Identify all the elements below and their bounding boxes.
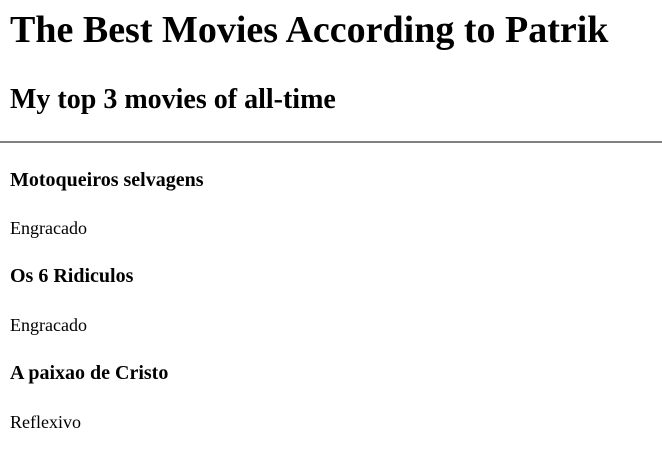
movie-title: Os 6 Ridiculos [10,265,134,287]
horizontal-divider [0,141,662,143]
movie-title: Motoqueiros selvagens [10,169,204,191]
page-subtitle: My top 3 movies of all-time [10,84,336,115]
movie-description: Engracado [10,218,87,238]
page-title: The Best Movies According to Patrik [10,9,609,51]
movie-description: Reflexivo [10,412,81,432]
page: The Best Movies According to Patrik My t… [0,0,662,450]
movie-description: Engracado [10,315,87,335]
movie-title: A paixao de Cristo [10,362,169,384]
